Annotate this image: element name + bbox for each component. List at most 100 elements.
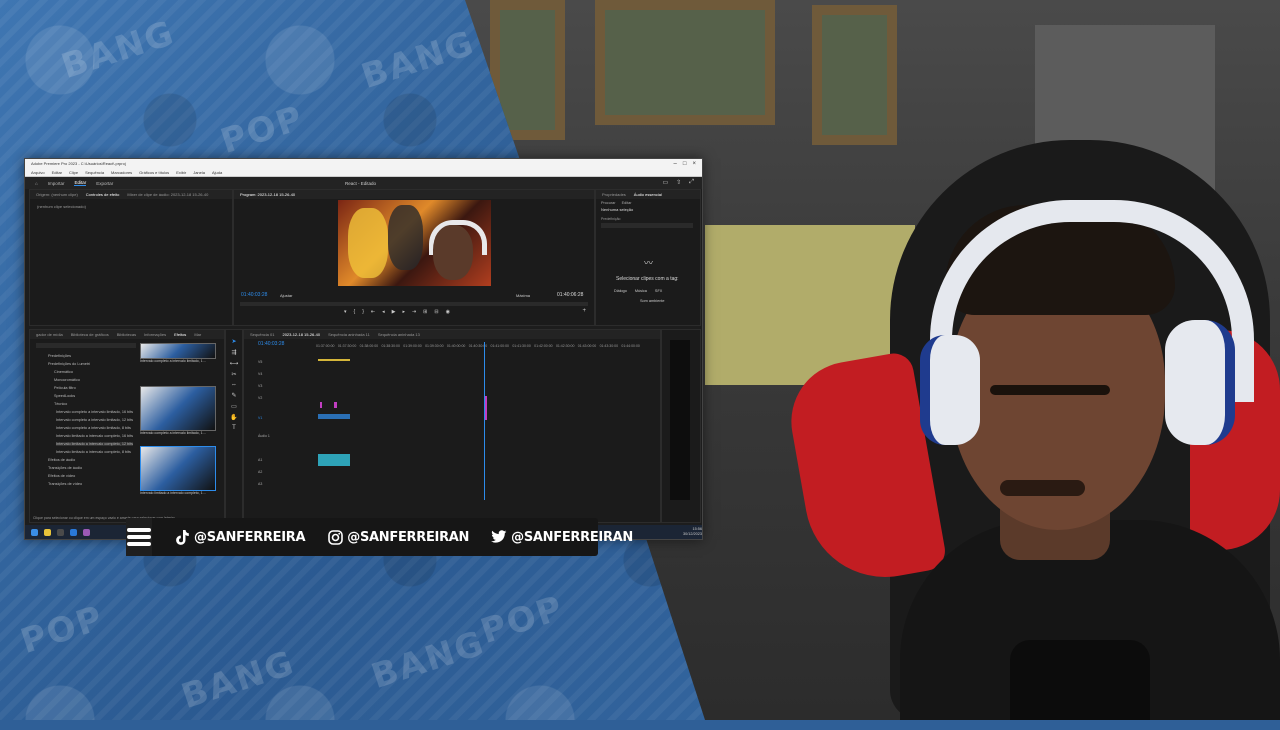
menu-item[interactable]: Marcadores xyxy=(111,170,132,175)
menu-item[interactable]: Gráficos e títulos xyxy=(139,170,169,175)
tab-properties[interactable]: Propriedades xyxy=(602,192,626,197)
go-to-in-icon[interactable]: ⇤ xyxy=(371,309,375,315)
extract-icon[interactable]: ⊟ xyxy=(434,309,438,315)
step-back-icon[interactable]: { xyxy=(354,309,356,315)
razor-icon[interactable]: ✂ xyxy=(231,371,236,378)
tab-info[interactable]: Informações xyxy=(144,332,166,337)
premiere-taskbar-icon[interactable] xyxy=(83,528,90,536)
system-tray[interactable]: 15:56 30/12/2023 xyxy=(683,527,702,537)
preset-dropdown[interactable] xyxy=(601,223,693,228)
tree-item[interactable]: Intervalo limitado a intervalo completo,… xyxy=(56,434,133,438)
menu-item[interactable]: Ajuda xyxy=(212,170,222,175)
quality-dropdown[interactable]: Máxima xyxy=(516,293,530,298)
pen-icon[interactable]: ✎ xyxy=(231,392,236,399)
program-timecode[interactable]: 01:40:03:28 xyxy=(241,292,267,298)
tag-dialogue-button[interactable]: Diálogo xyxy=(614,289,627,293)
tag-music-button[interactable]: Música xyxy=(635,289,647,293)
tab-essential-sound[interactable]: Áudio essencial xyxy=(634,192,662,197)
play-icon[interactable]: ▶ xyxy=(392,309,396,315)
type-icon[interactable]: T xyxy=(232,425,236,431)
maximize-button[interactable]: □ xyxy=(683,161,687,167)
frame-back-icon[interactable]: ◂ xyxy=(382,309,385,315)
menu-item[interactable]: Editar xyxy=(52,170,62,175)
step-forward-icon[interactable]: } xyxy=(362,309,364,315)
tab-effect-controls[interactable]: Controles de efeito xyxy=(86,192,120,197)
tab-editar[interactable]: Editar xyxy=(74,180,87,186)
tree-item[interactable]: Efeitos de áudio xyxy=(48,458,75,462)
tab-graphics-library[interactable]: Biblioteca de gráficos xyxy=(71,332,109,337)
camera-icon[interactable]: ◉ xyxy=(446,309,450,315)
preset-thumbnail-selected[interactable] xyxy=(140,446,216,491)
menu-item[interactable]: Exibir xyxy=(176,170,186,175)
tree-item[interactable]: Intervalo limitado a intervalo completo,… xyxy=(56,450,131,454)
tab-media-browser[interactable]: gador de mídia xyxy=(36,332,63,337)
tree-item[interactable]: Intervalo completo a intervalo limitado,… xyxy=(56,410,133,414)
track-header[interactable]: A1 xyxy=(258,458,308,466)
track-header[interactable]: V2 xyxy=(258,396,308,404)
track-header[interactable]: A3 xyxy=(258,482,308,490)
menu-item[interactable]: Clipe xyxy=(69,170,78,175)
tree-item[interactable]: Técnico xyxy=(54,402,67,406)
tree-item[interactable]: Intervalo completo a intervalo limitado,… xyxy=(56,418,133,422)
timeline-clip[interactable] xyxy=(318,359,350,361)
preset-thumbnail[interactable] xyxy=(140,343,216,359)
tree-item[interactable]: Película filtro xyxy=(54,386,76,390)
tab-audio-mixer[interactable]: Mixer de clipe de áudio: 2023-12-18 15-2… xyxy=(127,192,208,197)
tree-item[interactable]: Intervalo completo a intervalo limitado,… xyxy=(56,426,131,430)
hand-icon[interactable]: ✋ xyxy=(230,414,237,421)
tab-sequence-active[interactable]: 2023-12-18 15-26-40 xyxy=(282,332,320,337)
frame-forward-icon[interactable]: ▸ xyxy=(402,309,405,315)
tree-item-selected[interactable]: Intervalo limitado a intervalo completo,… xyxy=(56,442,134,446)
tab-program[interactable]: Program: 2023-12-18 15-26-40 xyxy=(240,192,295,197)
ripple-edit-icon[interactable]: ⟷ xyxy=(230,360,239,367)
workspaces-icon[interactable]: ▭ xyxy=(662,179,668,186)
go-to-out-icon[interactable]: ⇥ xyxy=(412,309,416,315)
track-header[interactable]: V1 xyxy=(258,416,308,424)
timeline-clip[interactable] xyxy=(334,402,337,408)
timeline-clip[interactable] xyxy=(318,414,350,419)
file-explorer-icon[interactable] xyxy=(44,528,51,536)
subtab-browse[interactable]: Procurar xyxy=(601,201,616,205)
home-icon[interactable]: ⌂ xyxy=(35,181,38,186)
share-icon[interactable]: ⇧ xyxy=(676,179,681,186)
close-button[interactable]: × xyxy=(692,161,696,167)
timeline-clip[interactable] xyxy=(320,402,322,408)
tree-item[interactable]: Predefinições xyxy=(48,354,71,358)
subtab-edit[interactable]: Editar xyxy=(622,201,632,205)
tab-sequence[interactable]: Sequência 01 xyxy=(250,332,274,337)
tab-effects[interactable]: Efeitos xyxy=(174,332,186,337)
tree-item[interactable]: Transições de áudio xyxy=(48,466,82,470)
tree-item[interactable]: Cinemático xyxy=(54,370,73,374)
selection-tool-icon[interactable]: ➤ xyxy=(231,338,236,345)
track-select-icon[interactable]: ⇶ xyxy=(231,349,236,356)
menu-item[interactable]: Sequência xyxy=(85,170,104,175)
slip-icon[interactable]: ⇔ xyxy=(231,382,237,388)
track-header[interactable]: V5 xyxy=(258,360,308,368)
track-header[interactable]: V4 xyxy=(258,372,308,380)
fit-dropdown[interactable]: Ajustar xyxy=(280,293,292,298)
rectangle-icon[interactable]: ▭ xyxy=(231,403,237,410)
add-button-icon[interactable]: + xyxy=(582,308,586,314)
tag-ambience-button[interactable]: Som ambiente xyxy=(640,299,664,303)
effects-search-input[interactable] xyxy=(36,343,136,348)
tree-item[interactable]: SpeedLooks xyxy=(54,394,75,398)
playhead[interactable] xyxy=(484,342,485,500)
mark-in-icon[interactable]: ▾ xyxy=(344,309,347,315)
time-ruler[interactable]: 01:37:00:00 01:37:30:00 01:38:00:00 01:3… xyxy=(316,344,640,350)
browser-icon[interactable] xyxy=(70,528,77,536)
tab-importar[interactable]: Importar xyxy=(48,181,65,186)
tree-item[interactable]: Predefinições do Lumetri xyxy=(48,362,90,366)
windows-start-icon[interactable] xyxy=(31,528,38,536)
tab-exportar[interactable]: Exportar xyxy=(96,181,113,186)
track-header[interactable]: V3 xyxy=(258,384,308,392)
preset-thumbnail[interactable] xyxy=(140,386,216,431)
tab-sequence[interactable]: Sequência aninhada 11 xyxy=(328,332,370,337)
audio-clip[interactable] xyxy=(318,454,350,466)
minimize-button[interactable]: – xyxy=(674,161,677,167)
lift-icon[interactable]: ⊞ xyxy=(423,309,427,315)
tab-sequence[interactable]: Sequência aninhada 13 xyxy=(378,332,420,337)
menu-item[interactable]: Arquivo xyxy=(31,170,45,175)
tree-item[interactable]: Monocromático xyxy=(54,378,80,382)
menu-item[interactable]: Janela xyxy=(193,170,205,175)
fullscreen-icon[interactable]: ⤢ xyxy=(689,179,694,186)
